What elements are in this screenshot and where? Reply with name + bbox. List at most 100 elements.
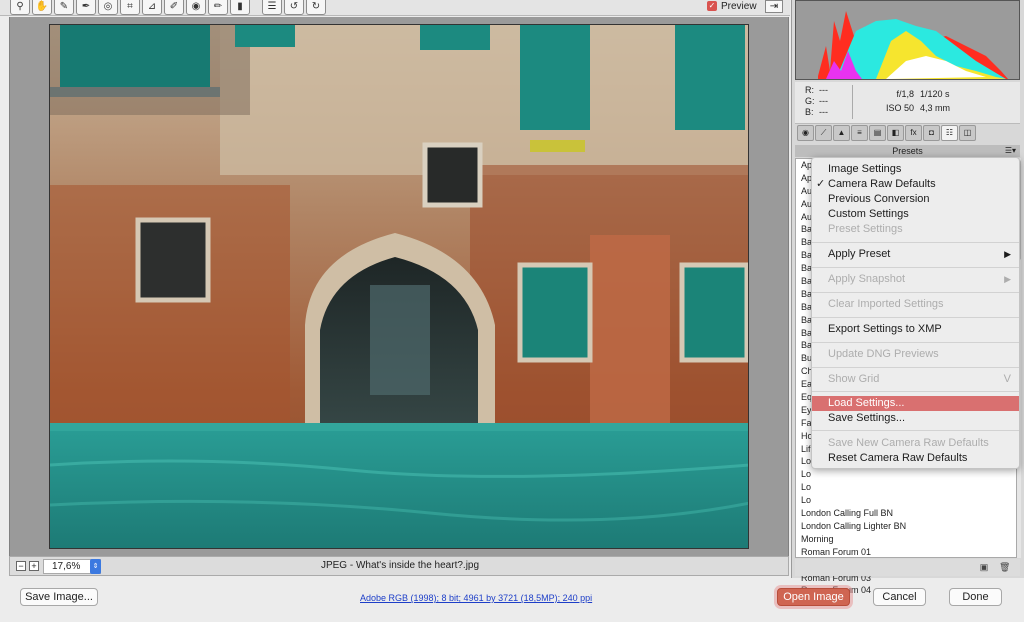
- menu-item[interactable]: Custom Settings: [812, 207, 1019, 222]
- camera-calibration-icon[interactable]: ◘: [923, 125, 940, 141]
- menu-item[interactable]: Apply Preset ▶: [812, 247, 1019, 262]
- photo-preview[interactable]: [49, 24, 749, 549]
- histogram-graph: [818, 11, 1008, 79]
- tone-curve-icon[interactable]: ⟋: [815, 125, 832, 141]
- fullscreen-icon[interactable]: ⇥: [765, 0, 783, 13]
- menu-separator: [812, 267, 1019, 268]
- rotate-right-icon[interactable]: ↻: [306, 0, 326, 15]
- menu-item-label: Image Settings: [828, 163, 902, 175]
- venice-photo: [50, 25, 748, 548]
- adjustment-brush-icon[interactable]: ✏: [208, 0, 228, 15]
- r-value: ---: [819, 85, 828, 95]
- color-sampler-icon[interactable]: ✒: [76, 0, 96, 15]
- menu-item-label: Apply Snapshot: [828, 273, 906, 285]
- menu-item[interactable]: ✓ Camera Raw Defaults: [812, 177, 1019, 192]
- lens-icon[interactable]: ◧: [887, 125, 904, 141]
- preset-item[interactable]: Lo: [801, 494, 1016, 507]
- straighten-icon[interactable]: ⊿: [142, 0, 162, 15]
- menu-item[interactable]: Export Settings to XMP: [812, 322, 1019, 337]
- menu-item: Clear Imported Settings: [812, 297, 1019, 312]
- cancel-button[interactable]: Cancel: [873, 588, 926, 606]
- red-eye-icon[interactable]: ◉: [186, 0, 206, 15]
- preferences-icon[interactable]: ☰: [262, 0, 282, 15]
- shortcut-label: V: [1003, 373, 1011, 385]
- g-value: ---: [819, 96, 828, 106]
- readout-panel: R: --- G: --- B: --- f/1,8 1/120 s ISO 50 4,3…: [795, 82, 1020, 124]
- hsl-icon[interactable]: ≡: [851, 125, 868, 141]
- menu-item[interactable]: Reset Camera Raw Defaults: [812, 451, 1019, 466]
- preset-item[interactable]: Lo: [801, 481, 1016, 494]
- menu-item-label: Preset Settings: [828, 223, 903, 235]
- menu-item-label: Load Settings...: [828, 397, 905, 409]
- menu-separator: [812, 292, 1019, 293]
- target-adjust-icon[interactable]: ◎: [98, 0, 118, 15]
- menu-item-label: Apply Preset: [828, 248, 891, 260]
- rotate-left-icon[interactable]: ↺: [284, 0, 304, 15]
- preview-checkbox[interactable]: ✓: [707, 1, 717, 11]
- histogram: [795, 0, 1020, 80]
- checkmark-icon: ✓: [816, 178, 826, 190]
- new-preset-icon[interactable]: ▣: [979, 562, 989, 572]
- menu-separator: [812, 430, 1019, 431]
- menu-separator: [812, 317, 1019, 318]
- g-label: G:: [805, 96, 815, 106]
- preview-toggle[interactable]: ✓ Preview: [707, 0, 757, 12]
- submenu-arrow-icon: ▶: [1004, 249, 1011, 259]
- spot-removal-icon[interactable]: ✐: [164, 0, 184, 15]
- presets-header: Presets ☰▾: [795, 145, 1020, 157]
- hand-icon[interactable]: ✋: [32, 0, 52, 15]
- open-image-button[interactable]: Open Image: [777, 588, 850, 606]
- menu-item-label: Clear Imported Settings: [828, 298, 944, 310]
- panel-tabs: ◉ ⟋ ▲ ≡ ▤ ◧ fx ◘ ☷ ◫: [795, 125, 1020, 143]
- preview-label: Preview: [721, 0, 757, 12]
- menu-item[interactable]: Load Settings...: [812, 396, 1019, 411]
- split-toning-icon[interactable]: ▤: [869, 125, 886, 141]
- menu-item-label: Save Settings...: [828, 412, 906, 424]
- menu-item: Preset Settings: [812, 222, 1019, 237]
- aperture-value: f/1,8: [896, 89, 914, 99]
- preset-item[interactable]: Morning: [801, 533, 1016, 546]
- readout-divider: [852, 85, 853, 119]
- presets-title: Presets: [892, 146, 923, 156]
- focal-length-value: 4,3 mm: [920, 103, 951, 113]
- menu-item-label: Previous Conversion: [828, 193, 930, 205]
- shutter-value: 1/120 s: [920, 89, 950, 99]
- menu-item-label: Show Grid: [828, 373, 880, 385]
- menu-item: Update DNG Previews: [812, 347, 1019, 362]
- preset-item[interactable]: Roman Forum 01: [801, 546, 1016, 559]
- menu-item[interactable]: Previous Conversion: [812, 192, 1019, 207]
- menu-item: Save New Camera Raw Defaults: [812, 436, 1019, 451]
- submenu-arrow-icon: ▶: [1004, 274, 1011, 284]
- delete-preset-icon[interactable]: 🗑: [999, 562, 1010, 572]
- menu-separator: [812, 342, 1019, 343]
- presets-icon[interactable]: ☷: [941, 125, 958, 141]
- menu-item-label: Export Settings to XMP: [828, 323, 942, 335]
- menu-item-label: Save New Camera Raw Defaults: [828, 437, 989, 449]
- file-name-label: JPEG - What's inside the heart?.jpg: [320, 560, 480, 571]
- save-image-button[interactable]: Save Image...: [20, 588, 98, 606]
- menu-item-label: Custom Settings: [828, 208, 909, 220]
- preset-item[interactable]: London Calling Lighter BN: [801, 520, 1016, 533]
- basic-icon[interactable]: ◉: [797, 125, 814, 141]
- image-canvas[interactable]: [9, 17, 789, 556]
- white-balance-icon[interactable]: ✎: [54, 0, 74, 15]
- snapshots-icon[interactable]: ◫: [959, 125, 976, 141]
- graduated-filter-icon[interactable]: ▮: [230, 0, 250, 15]
- fx-icon[interactable]: fx: [905, 125, 922, 141]
- menu-item: Show Grid V: [812, 372, 1019, 387]
- preset-item[interactable]: Lo: [801, 468, 1016, 481]
- menu-item-label: Camera Raw Defaults: [828, 178, 936, 190]
- menu-item: Apply Snapshot ▶: [812, 272, 1019, 287]
- b-label: B:: [805, 107, 814, 117]
- detail-icon[interactable]: ▲: [833, 125, 850, 141]
- workflow-options-link[interactable]: Adobe RGB (1998); 8 bit; 4961 by 3721 (1…: [360, 593, 610, 603]
- zoom-icon[interactable]: ⚲: [10, 0, 30, 15]
- menu-item-label: Update DNG Previews: [828, 348, 939, 360]
- image-status-bar: − + 17,6% ⇕ JPEG - What's inside the hea…: [9, 556, 789, 576]
- done-button[interactable]: Done: [949, 588, 1002, 606]
- panel-menu-icon[interactable]: ☰▾: [1005, 145, 1016, 157]
- preset-item[interactable]: London Calling Full BN: [801, 507, 1016, 520]
- menu-item[interactable]: Image Settings: [812, 162, 1019, 177]
- menu-item[interactable]: Save Settings...: [812, 411, 1019, 426]
- crop-icon[interactable]: ⌗: [120, 0, 140, 15]
